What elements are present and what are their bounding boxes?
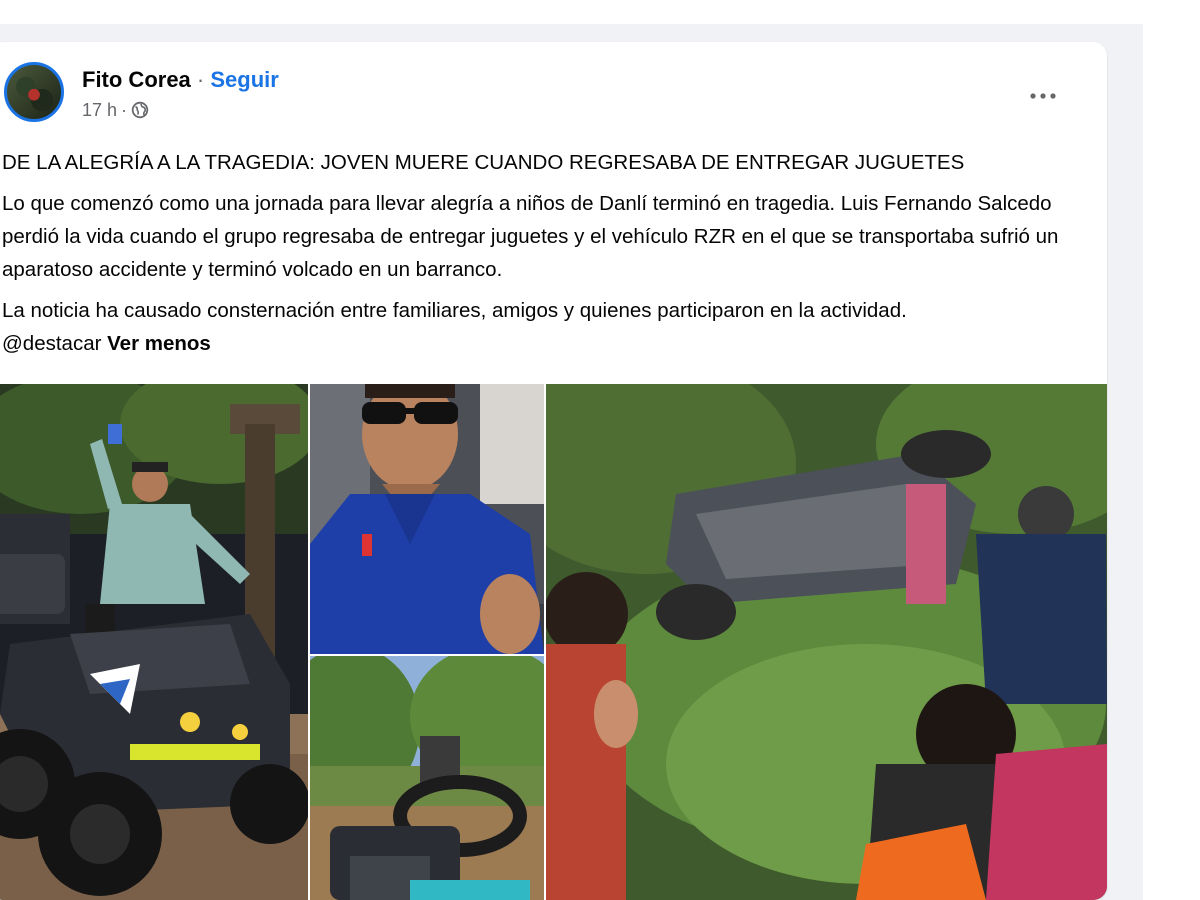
post-text: DE LA ALEGRÍA A LA TRAGEDIA: JOVEN MUERE… bbox=[2, 146, 1092, 368]
follow-button[interactable]: Seguir bbox=[210, 67, 278, 92]
photo-atv-rider[interactable] bbox=[0, 384, 308, 900]
mention-tag[interactable]: @destacar bbox=[2, 332, 101, 355]
post-meta: 17 h · bbox=[82, 98, 149, 122]
post-headline: DE LA ALEGRÍA A LA TRAGEDIA: JOVEN MUERE… bbox=[2, 151, 965, 174]
photo-man-in-car[interactable] bbox=[310, 384, 544, 654]
more-horizontal-icon bbox=[1028, 87, 1058, 105]
post-header: Fito Corea · Seguir 17 h · bbox=[0, 42, 1107, 142]
author-name[interactable]: Fito Corea bbox=[82, 67, 191, 92]
see-less-button[interactable]: Ver menos bbox=[107, 332, 211, 355]
post-paragraph-2: La noticia ha causado consternación entr… bbox=[2, 294, 1092, 360]
post-card: Fito Corea · Seguir 17 h · DE LA ALEGRÍA… bbox=[0, 42, 1107, 900]
globe-icon bbox=[131, 101, 149, 119]
author-line: Fito Corea · Seguir bbox=[82, 66, 279, 94]
photo-accident-scene[interactable] bbox=[546, 384, 1107, 900]
author-separator: · bbox=[196, 67, 205, 92]
post-paragraph-2-text: La noticia ha causado consternación entr… bbox=[2, 299, 907, 322]
more-options-button[interactable] bbox=[1023, 76, 1063, 116]
meta-separator: · bbox=[121, 100, 128, 120]
author-avatar[interactable] bbox=[4, 62, 64, 122]
photo-forest-trail[interactable] bbox=[310, 656, 544, 900]
post-timestamp[interactable]: 17 h bbox=[82, 98, 117, 122]
post-paragraph-1: Lo que comenzó como una jornada para lle… bbox=[2, 192, 1059, 281]
media-grid bbox=[0, 384, 1107, 900]
